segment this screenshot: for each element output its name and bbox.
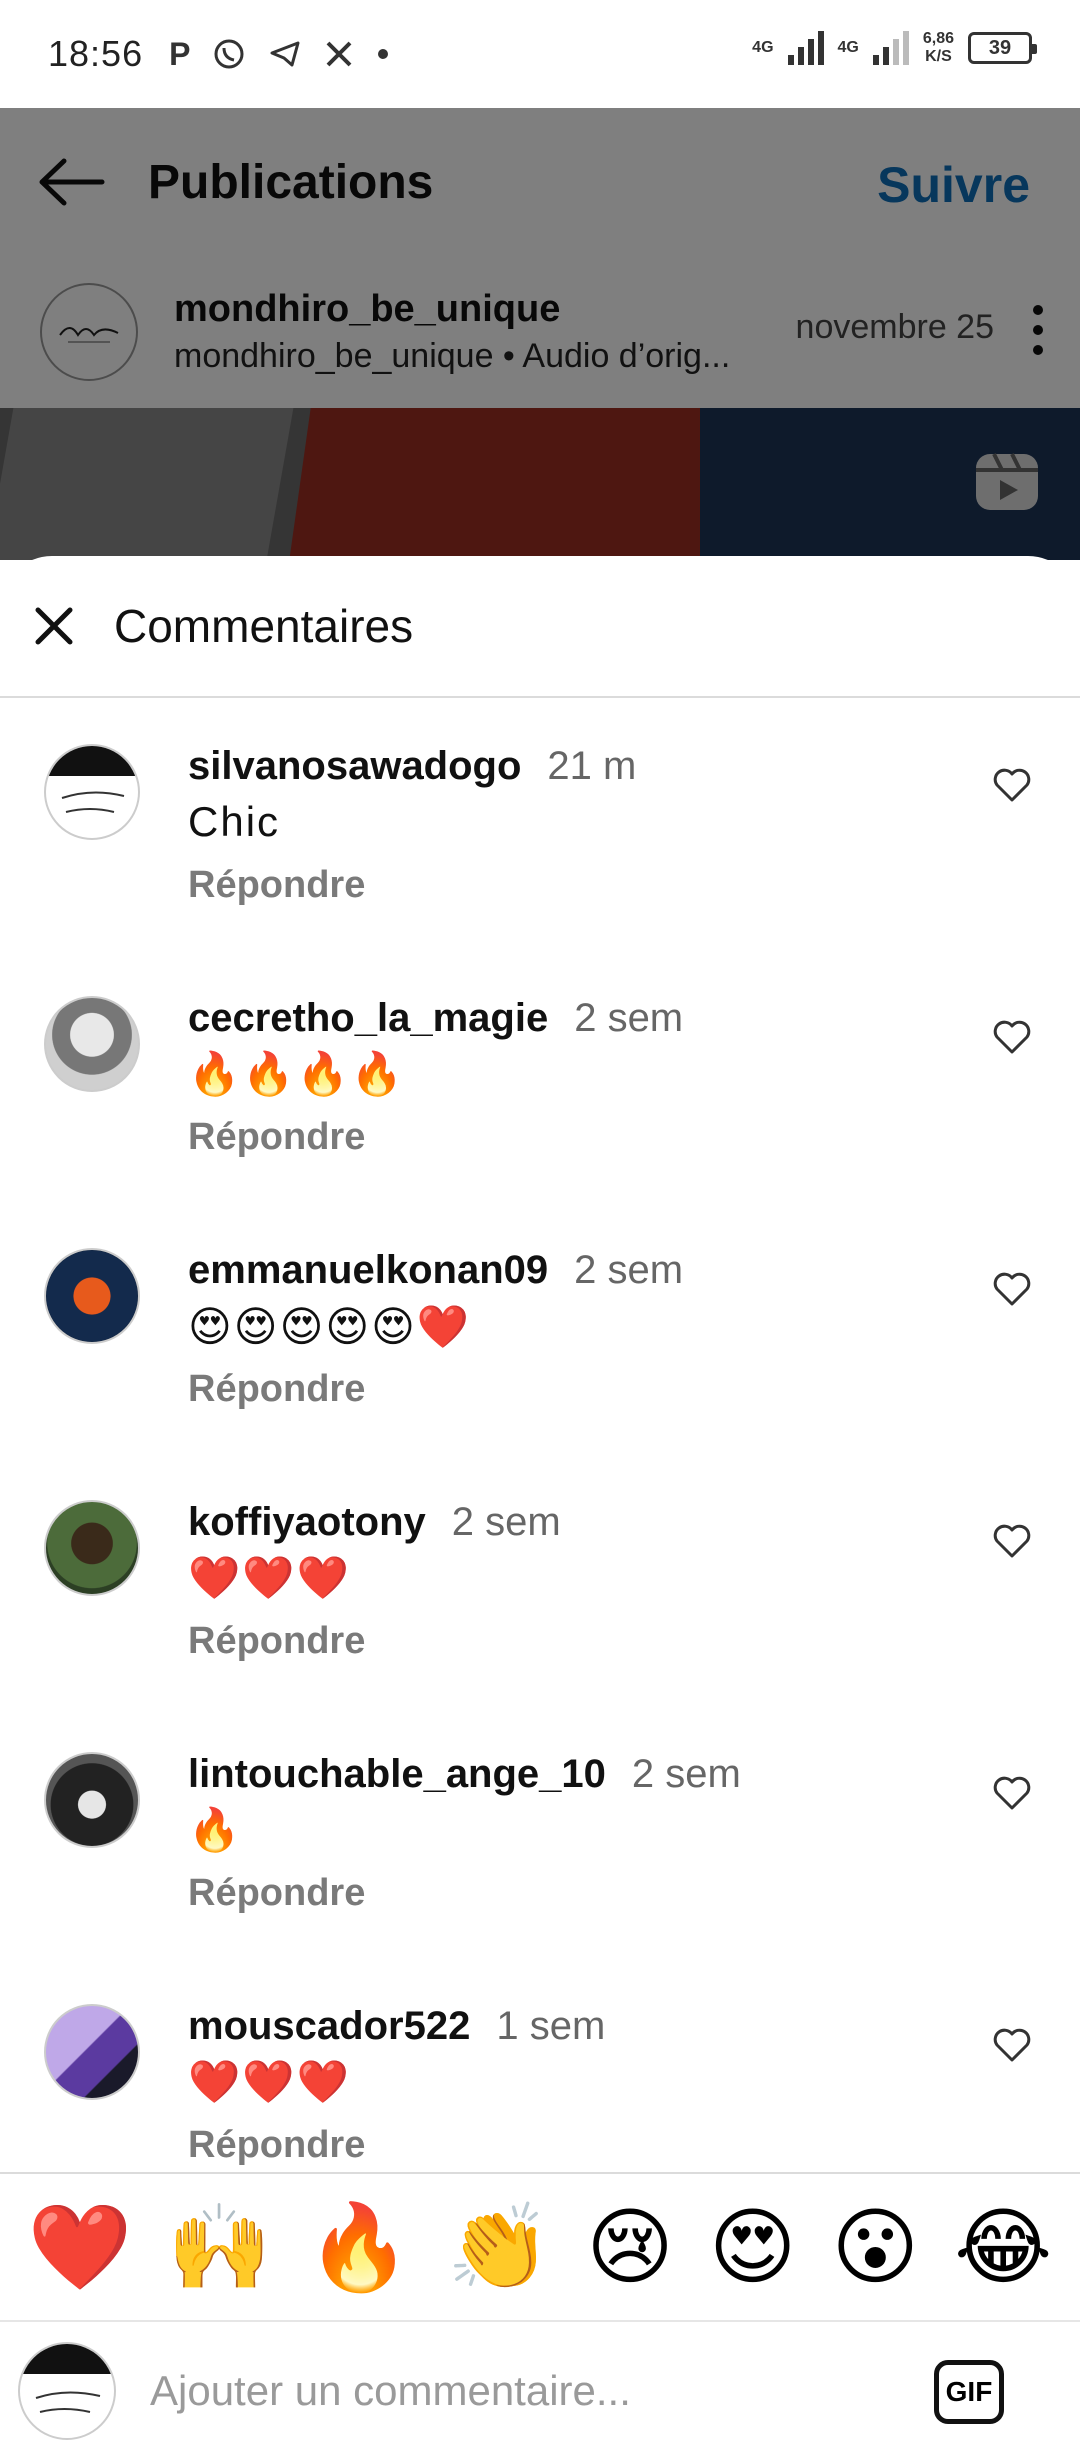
comment-item: cecretho_la_magie 2 sem 🔥🔥🔥🔥 Répondre — [0, 950, 1080, 1202]
commenter-avatar[interactable] — [44, 1500, 140, 1596]
heart-icon[interactable] — [992, 1270, 1032, 1308]
commenter-avatar[interactable] — [44, 744, 140, 840]
comment-username[interactable]: mouscador522 — [188, 2004, 470, 2048]
comment-time: 21 m — [547, 744, 637, 788]
network-label-1: 4G — [752, 39, 774, 56]
signal-icon-2 — [872, 31, 909, 65]
reaction-clap[interactable]: 👏 — [447, 2205, 552, 2289]
network-label-2: 4G — [837, 39, 859, 56]
comment-list[interactable]: silvanosawadogo 21 m Chic Répondre cecret… — [0, 698, 1080, 2172]
comment-composer: GIF — [0, 2320, 1080, 2460]
commenter-avatar[interactable] — [44, 1752, 140, 1848]
comment-username[interactable]: silvanosawadogo — [188, 744, 521, 788]
heart-icon[interactable] — [992, 766, 1032, 804]
comment-input[interactable] — [150, 2367, 850, 2415]
reaction-fire[interactable]: 🔥 — [307, 2205, 412, 2289]
notification-icons: P — [169, 36, 390, 73]
comment-header: lintouchable_ange_10 2 sem — [188, 1752, 741, 1797]
comment-text: Chic — [188, 798, 281, 845]
heart-icon[interactable] — [992, 1774, 1032, 1812]
dot-icon — [378, 49, 389, 59]
comment-username[interactable]: cecretho_la_magie — [188, 996, 548, 1040]
status-right: 4G 4G 6,86 K/S 39 — [752, 30, 1037, 66]
reply-button[interactable]: Répondre — [188, 1116, 365, 1159]
comment-item: emmanuelkonan09 2 sem 😍😍😍😍😍❤️ Répondre — [0, 1202, 1080, 1454]
dim-overlay[interactable] — [0, 108, 1080, 560]
post-page: Publications Suivre mondhiro_be_unique m… — [0, 108, 1080, 560]
x-icon — [327, 41, 352, 67]
parking-icon: P — [169, 35, 191, 72]
reaction-crying[interactable]: 😢 — [586, 2205, 674, 2289]
reply-button[interactable]: Répondre — [188, 1620, 365, 1663]
comment-header: silvanosawadogo 21 m — [188, 744, 636, 789]
comment-text: 😍😍😍😍😍❤️ — [188, 1303, 472, 1350]
reaction-raised-hands[interactable]: 🙌 — [167, 2205, 272, 2289]
comment-item: mouscador522 1 sem ❤️❤️❤️ Répondre — [0, 1958, 1080, 2172]
comment-time: 2 sem — [631, 1752, 741, 1796]
reply-button[interactable]: Répondre — [188, 2124, 365, 2167]
sheet-header: Commentaires — [0, 556, 1080, 698]
comment-username[interactable]: lintouchable_ange_10 — [188, 1752, 606, 1796]
comment-item: silvanosawadogo 21 m Chic Répondre — [0, 698, 1080, 950]
comment-header: cecretho_la_magie 2 sem — [188, 996, 683, 1041]
reaction-surprised[interactable]: 😮 — [832, 2205, 920, 2289]
comment-time: 1 sem — [496, 2004, 606, 2048]
heart-icon[interactable] — [992, 2026, 1032, 2064]
net-speed: 6,86 K/S — [923, 30, 954, 66]
avatar-image — [20, 2344, 114, 2413]
whatsapp-icon — [214, 39, 244, 69]
quick-reaction-bar: ❤️ 🙌 🔥 👏 😢 😍 😮 😂 — [0, 2172, 1080, 2320]
sheet-title: Commentaires — [114, 600, 414, 652]
commenter-avatar[interactable] — [44, 2004, 140, 2100]
comment-time: 2 sem — [574, 996, 684, 1040]
reaction-laughing[interactable]: 😂 — [954, 2205, 1052, 2289]
comment-username[interactable]: emmanuelkonan09 — [188, 1248, 548, 1292]
comment-username[interactable]: koffiyaotony — [188, 1500, 426, 1544]
signal-icon-1 — [787, 31, 824, 65]
comment-time: 2 sem — [574, 1248, 684, 1292]
heart-icon[interactable] — [992, 1018, 1032, 1056]
reply-button[interactable]: Répondre — [188, 1872, 365, 1915]
comments-sheet: Commentaires silvanosawadogo 21 m Chic Ré… — [0, 556, 1080, 2460]
user-avatar[interactable] — [18, 2342, 116, 2440]
speed-value: 6,86 — [922, 30, 954, 47]
reaction-heart-eyes[interactable]: 😍 — [709, 2205, 797, 2289]
comment-time: 2 sem — [451, 1500, 561, 1544]
comment-text: ❤️❤️❤️ — [188, 1554, 351, 1601]
comment-text: ❤️❤️❤️ — [188, 2058, 351, 2105]
commenter-avatar[interactable] — [44, 996, 140, 1092]
status-time: 18:56 — [48, 33, 144, 74]
reply-button[interactable]: Répondre — [188, 1368, 365, 1411]
reply-button[interactable]: Répondre — [188, 864, 365, 907]
close-icon[interactable] — [32, 604, 76, 648]
comment-header: mouscador522 1 sem — [188, 2004, 605, 2049]
status-bar: 18:56 P 4G 4G 6,86 K/S 39 — [0, 0, 1080, 108]
avatar-image — [46, 746, 138, 813]
comment-text: 🔥🔥🔥🔥 — [188, 1050, 406, 1097]
speed-unit: K/S — [925, 48, 952, 65]
comment-text: 🔥 — [188, 1806, 243, 1853]
commenter-avatar[interactable] — [44, 1248, 140, 1344]
comment-header: emmanuelkonan09 2 sem — [188, 1248, 683, 1293]
comment-item: lintouchable_ange_10 2 sem 🔥 Répondre — [0, 1706, 1080, 1958]
heart-icon[interactable] — [992, 1522, 1032, 1560]
telegram-icon — [270, 41, 300, 67]
reaction-heart[interactable]: ❤️ — [28, 2205, 133, 2289]
comment-header: koffiyaotony 2 sem — [188, 1500, 561, 1545]
battery-icon: 39 — [968, 32, 1037, 64]
gif-button[interactable]: GIF — [934, 2360, 1004, 2424]
comment-item: koffiyaotony 2 sem ❤️❤️❤️ Répondre — [0, 1454, 1080, 1706]
